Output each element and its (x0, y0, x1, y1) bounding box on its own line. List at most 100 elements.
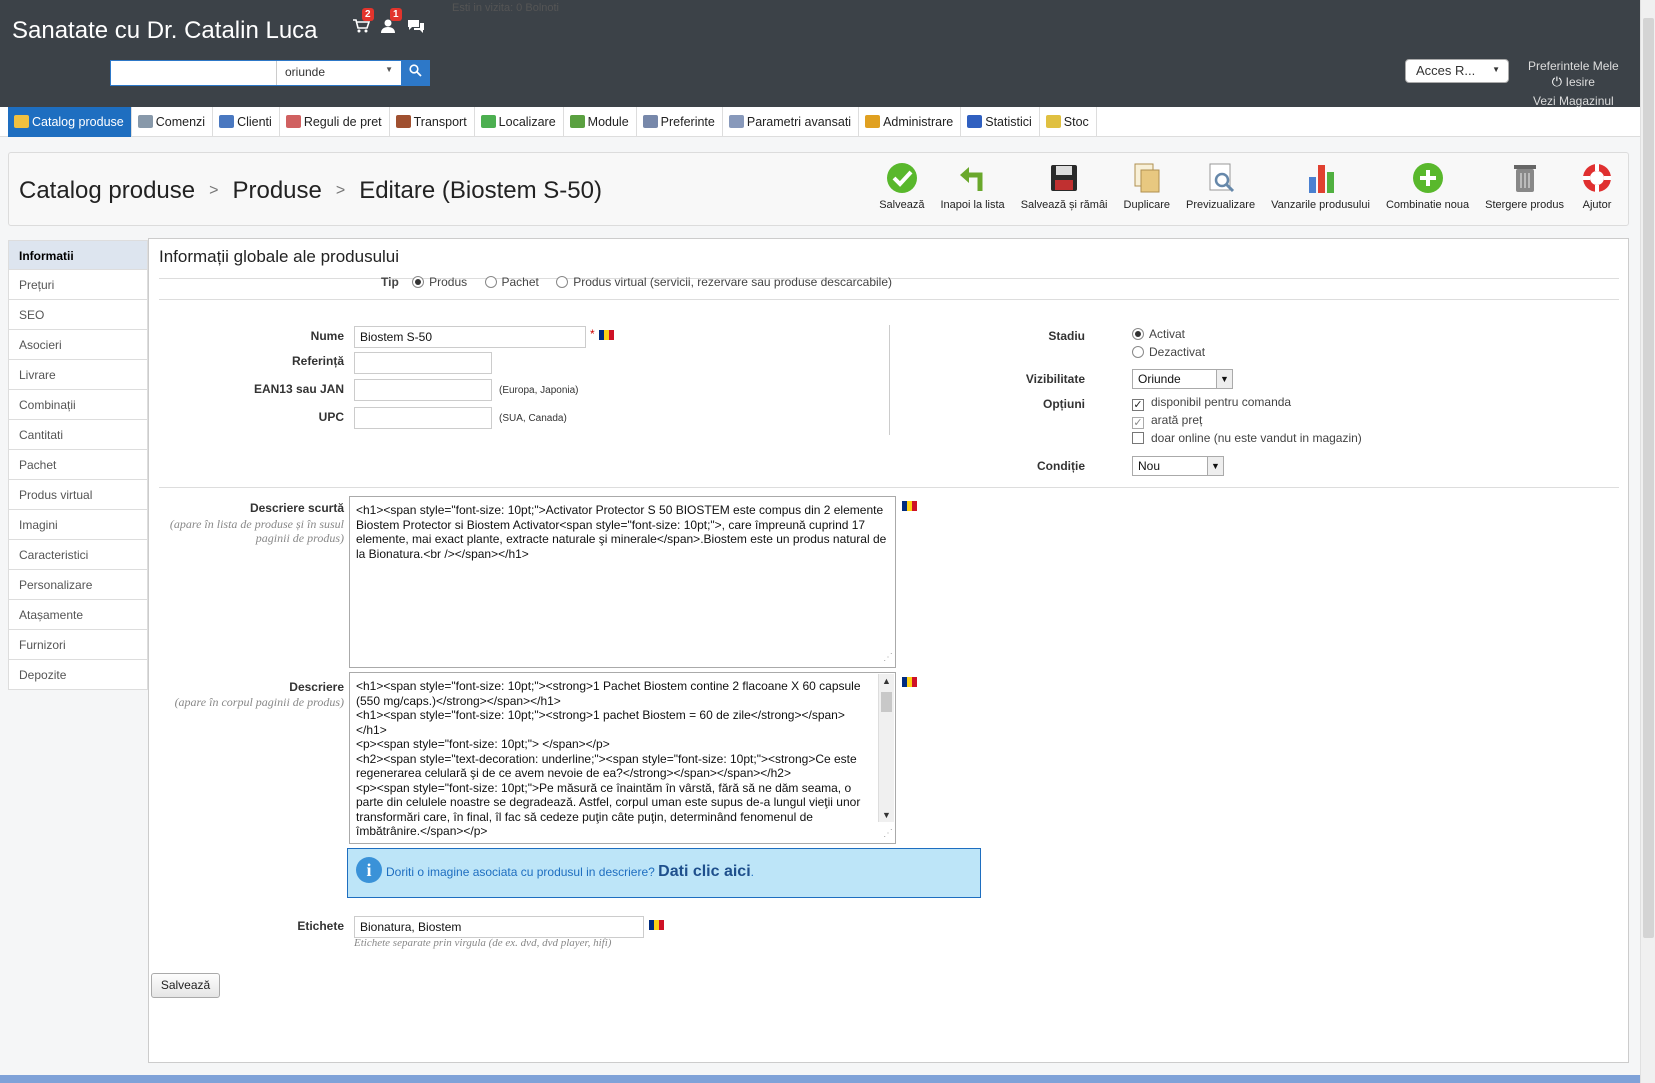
sidebar-tab-14[interactable]: Depozite (8, 660, 148, 690)
sidebar-tab-6[interactable]: Cantitati (8, 420, 148, 450)
menu-tab-1[interactable]: Comenzi (132, 107, 214, 137)
menu-tab-7[interactable]: Preferinte (637, 107, 723, 137)
sidebar-tab-12[interactable]: Atașamente (8, 600, 148, 630)
back-arrow-icon (956, 161, 990, 195)
sidebar-tab-10[interactable]: Caracteristici (8, 540, 148, 570)
click-here-link[interactable]: Dati clic aici (658, 863, 751, 880)
status-active-label: Activat (1149, 327, 1186, 341)
status-active[interactable]: Activat (1132, 327, 1185, 341)
toolbar-button-trash[interactable]: Stergere produs (1485, 159, 1564, 211)
sidebar-tab-8[interactable]: Produs virtual (8, 480, 148, 510)
sidebar-tab-1[interactable]: Prețuri (8, 270, 148, 300)
breadcrumb-catalog[interactable]: Catalog produse (19, 177, 195, 204)
ean-input[interactable] (354, 379, 492, 401)
menu-tab-2[interactable]: Clienti (213, 107, 280, 137)
menu-tab-8[interactable]: Parametri avansati (723, 107, 860, 137)
ean-hint: (Europa, Japonia) (499, 385, 579, 396)
shop-name[interactable]: Sanatate cu Dr. Catalin Luca (12, 17, 318, 45)
language-flag-icon[interactable] (902, 501, 917, 511)
short-description-hint: (apare în lista de produse și în susul p… (169, 517, 344, 545)
option-available[interactable]: ✓ disponibil pentru comanda (1132, 395, 1291, 411)
user-icon[interactable]: 1 (380, 8, 402, 36)
search-scope-select[interactable]: oriunde ▼ (279, 61, 399, 85)
cart-icon[interactable]: 2 (352, 8, 374, 36)
sidebar-tab-3[interactable]: Asocieri (8, 330, 148, 360)
menu-icon (14, 115, 29, 128)
menu-tab-10[interactable]: Statistici (961, 107, 1040, 137)
menu-tab-3[interactable]: Reguli de pret (280, 107, 390, 137)
scroll-thumb[interactable] (1643, 18, 1654, 938)
toolbar-button-check[interactable]: Salvează (879, 159, 924, 211)
menu-tab-0[interactable]: Catalog produse (8, 107, 132, 137)
toolbar-button-back-arrow[interactable]: Inapoi la lista (940, 159, 1005, 211)
search-input[interactable] (111, 61, 277, 85)
option-show-price[interactable]: ✓ arată preț (1132, 413, 1202, 429)
type-option-pack[interactable]: Pachet (484, 275, 539, 289)
type-option-virtual[interactable]: Produs virtual (servicii, rezervare sau … (556, 275, 892, 289)
name-input[interactable]: Biostem S-50 (354, 326, 586, 348)
save-button[interactable]: Salvează (151, 973, 220, 998)
option-online-only[interactable]: doar online (nu este vandut in magazin) (1132, 431, 1362, 445)
toolbar-button-preview[interactable]: Previzualizare (1186, 159, 1255, 211)
sidebar-tab-0[interactable]: Informatii (8, 240, 148, 270)
toolbar-button-floppy-disk[interactable]: Salvează și rămâi (1021, 159, 1108, 211)
sidebar-tab-4[interactable]: Livrare (8, 360, 148, 390)
plus-icon (1411, 161, 1445, 195)
scroll-down-icon[interactable]: ▼ (882, 808, 891, 823)
menu-tab-4[interactable]: Transport (390, 107, 475, 137)
scroll-thumb[interactable] (881, 692, 892, 712)
customers-badge: 1 (390, 8, 402, 21)
menu-icon (967, 115, 983, 128)
page-scrollbar[interactable] (1640, 0, 1655, 1083)
chevron-down-icon: ▼ (1492, 65, 1500, 74)
menu-tab-label: Module (587, 115, 629, 129)
messages-icon[interactable] (407, 18, 425, 36)
sidebar-tab-5[interactable]: Combinații (8, 390, 148, 420)
sidebar-tab-11[interactable]: Personalizare (8, 570, 148, 600)
toolbar-button-duplicate[interactable]: Duplicare (1124, 159, 1170, 211)
type-option-product[interactable]: Produs (412, 275, 467, 289)
sidebar-tab-2[interactable]: SEO (8, 300, 148, 330)
radio-icon (484, 276, 497, 288)
short-description-textarea[interactable]: <h1><span style="font-size: 10pt;">Activ… (349, 496, 896, 668)
menu-tab-6[interactable]: Module (564, 107, 637, 137)
menu-tab-11[interactable]: Stoc (1040, 107, 1097, 137)
chevron-down-icon: ▼ (1216, 370, 1232, 388)
quick-access-select[interactable]: Acces R... ▼ (1405, 59, 1509, 83)
status-inactive[interactable]: Dezactivat (1132, 345, 1205, 359)
visibility-select[interactable]: Oriunde ▼ (1132, 369, 1233, 389)
menu-tab-5[interactable]: Localizare (475, 107, 564, 137)
info-icon: i (356, 857, 382, 883)
sidebar-tab-7[interactable]: Pachet (8, 450, 148, 480)
type-option-label: Produs virtual (servicii, rezervare sau … (573, 275, 892, 289)
top-header-bar: Sanatate cu Dr. Catalin Luca Esti in viz… (0, 0, 1640, 108)
reference-input[interactable] (354, 352, 492, 374)
menu-icon (642, 115, 658, 128)
description-scrollbar[interactable]: ▲ ▼ (878, 674, 894, 822)
sidebar-tab-13[interactable]: Furnizori (8, 630, 148, 660)
language-flag-icon[interactable] (902, 677, 917, 687)
breadcrumb-products[interactable]: Produse (232, 177, 321, 204)
menu-tab-9[interactable]: Administrare (859, 107, 962, 137)
condition-select[interactable]: Nou ▼ (1132, 456, 1224, 476)
toolbar-button-plus[interactable]: Combinatie noua (1386, 159, 1469, 211)
menu-icon (1045, 115, 1061, 128)
language-flag-icon[interactable] (599, 330, 614, 340)
toolbar-button-help-lifebuoy[interactable]: Ajutor (1580, 159, 1614, 211)
resize-grip-icon[interactable]: ⋰ (883, 827, 893, 842)
upc-input[interactable] (354, 407, 492, 429)
logout-link[interactable]: ⏻ Iesire (1528, 74, 1619, 90)
toolbar-button-sales-chart[interactable]: Vanzarile produsului (1271, 159, 1370, 211)
my-preferences-link[interactable]: Preferintele Mele (1528, 59, 1619, 74)
tags-input[interactable]: Bionatura, Biostem (354, 916, 644, 938)
language-flag-icon[interactable] (649, 920, 664, 930)
radio-icon (412, 276, 425, 288)
scroll-up-icon[interactable]: ▲ (882, 674, 891, 689)
sidebar-tab-9[interactable]: Imagini (8, 510, 148, 540)
resize-grip-icon[interactable]: ⋰ (883, 651, 893, 666)
breadcrumb-separator-icon: > (335, 182, 346, 199)
description-label: Descriere (289, 680, 344, 694)
search-button[interactable] (401, 61, 429, 85)
radio-icon (556, 276, 569, 288)
description-textarea[interactable]: <h1><span style="font-size: 10pt;"><stro… (349, 672, 896, 844)
